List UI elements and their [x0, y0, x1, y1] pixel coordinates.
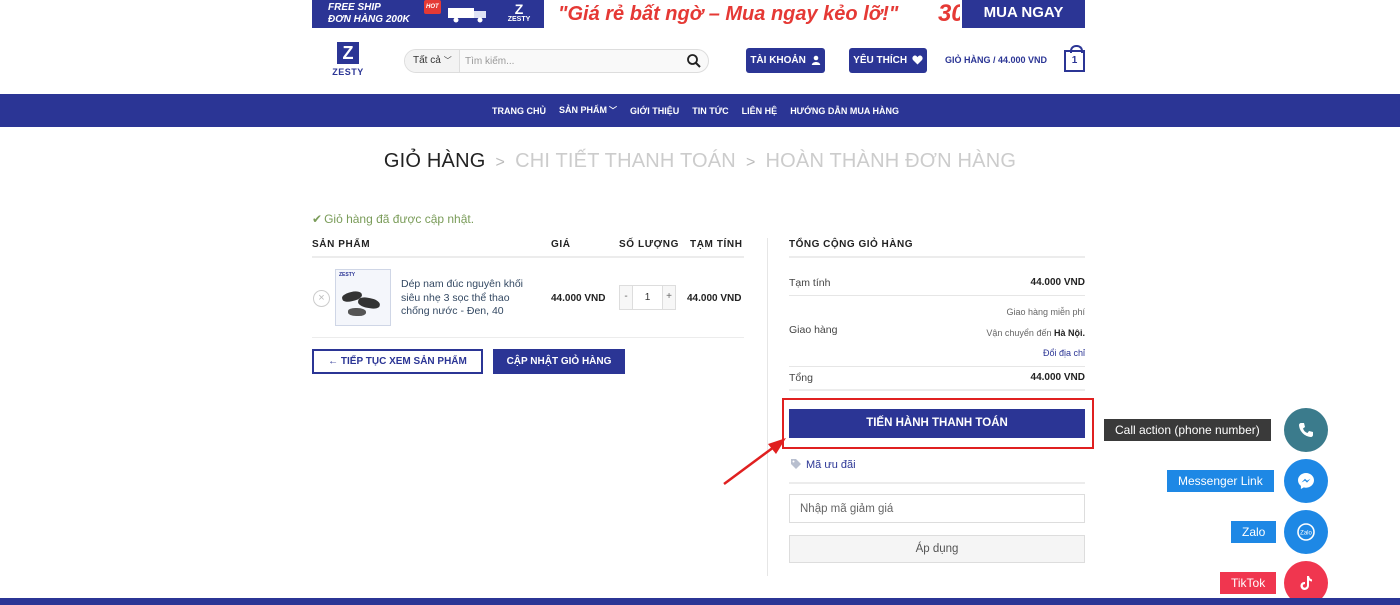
cart-totals-title: TỔNG CỘNG GIỎ HÀNG [789, 239, 913, 250]
phone-label[interactable]: Call action (phone number) [1104, 419, 1271, 441]
shipping-destination: Vận chuyển đến Hà Nội. [986, 328, 1085, 338]
coupon-divider [789, 482, 1085, 484]
quantity-decrease-button[interactable]: - [620, 286, 633, 309]
chevron-down-icon: ﹀ [443, 56, 452, 65]
column-header-product: SẢN PHẨM [312, 239, 371, 250]
main-nav: TRANG CHỦ SẢN PHẨM ﹀ GIỚI THIỆU TIN TỨC L… [0, 94, 1400, 127]
tiktok-label[interactable]: TikTok [1220, 572, 1277, 594]
nav-item-news[interactable]: TIN TỨC [692, 106, 728, 116]
logo-mark: Z [337, 42, 359, 64]
thumb-brand: ZESTY [339, 272, 356, 278]
search-icon[interactable] [686, 53, 702, 69]
cart-link[interactable]: GIỎ HÀNG / 44.000 VND [945, 48, 1047, 73]
update-cart-button[interactable]: CẬP NHẬT GIỎ HÀNG [493, 349, 625, 374]
totals-divider [789, 295, 1085, 296]
nav-item-about[interactable]: GIỚI THIỆU [630, 106, 679, 116]
logo-name: ZESTY [332, 67, 364, 77]
chevron-right-icon: > [495, 154, 506, 171]
step-checkout[interactable]: CHI TIẾT THANH TOÁN [515, 150, 736, 172]
nav-item-home[interactable]: TRANG CHỦ [492, 106, 546, 116]
shipping-free-text: Giao hàng miễn phí [1006, 307, 1085, 317]
continue-shopping-button[interactable]: ← TIẾP TỤC XEM SẢN PHẨM [312, 349, 483, 374]
total-label: Tổng [789, 372, 813, 384]
account-button[interactable]: TÀI KHOẢN [746, 48, 825, 73]
zalo-label[interactable]: Zalo [1231, 521, 1277, 543]
zalo-button[interactable]: Zalo [1284, 510, 1328, 554]
nav-item-guide[interactable]: HƯỚNG DẪN MUA HÀNG [790, 106, 899, 116]
buy-now-button[interactable]: MUA NGAY [960, 0, 1085, 28]
free-ship-line2: ĐƠN HÀNG 200K [328, 14, 410, 25]
nav-item-products[interactable]: SẢN PHẨM ﹀ [559, 105, 617, 116]
table-row-divider [312, 337, 744, 338]
zalo-icon: Zalo [1297, 523, 1315, 541]
site-logo[interactable]: Z ZESTY [330, 42, 366, 80]
chevron-down-icon: ﹀ [609, 106, 618, 115]
checkout-steps: GIỎ HÀNG > CHI TIẾT THANH TOÁN > HOÀN THÀNH … [0, 150, 1400, 173]
table-header-divider [312, 256, 744, 258]
messenger-button[interactable] [1284, 459, 1328, 503]
wishlist-button[interactable]: YÊU THÍCH [849, 48, 927, 73]
phone-call-button[interactable] [1284, 408, 1328, 452]
subtotal-value: 44.000 VND [1030, 277, 1085, 288]
totals-divider [789, 366, 1085, 367]
coupon-code-input[interactable] [789, 494, 1085, 523]
search-input[interactable] [465, 50, 675, 72]
column-header-subtotal: TẠM TÍNH [690, 239, 743, 250]
totals-divider [789, 389, 1085, 391]
proceed-to-checkout-button[interactable]: TIẾN HÀNH THANH TOÁN [789, 409, 1085, 438]
red-arrow-icon [723, 438, 786, 486]
total-value: 44.000 VND [1030, 372, 1085, 383]
promo-logo: Z ZESTY [507, 1, 531, 23]
search-bar: Tất cả ﹀ [404, 49, 709, 73]
column-header-quantity: SỐ LƯỢNG [619, 239, 679, 250]
svg-text:Zalo: Zalo [1300, 531, 1312, 537]
messenger-icon [1298, 473, 1314, 489]
apply-coupon-button[interactable]: Áp dụng [789, 535, 1085, 563]
check-icon: ✔ [312, 212, 323, 226]
step-complete: HOÀN THÀNH ĐƠN HÀNG [765, 150, 1017, 172]
tag-icon [791, 459, 801, 469]
cart-count-icon[interactable]: 1 [1064, 45, 1085, 72]
phone-icon [1299, 423, 1313, 437]
chevron-right-icon: > [745, 154, 756, 171]
totals-divider [789, 256, 1085, 258]
tiktok-icon [1300, 576, 1312, 590]
change-address-link[interactable]: Đổi địa chỉ [1043, 348, 1085, 358]
cart-updated-notice: ✔ Giỏ hàng đã được cập nhật. [312, 212, 475, 226]
remove-item-button[interactable]: × [313, 290, 330, 307]
quantity-stepper: - 1 + [619, 285, 676, 310]
truck-icon [448, 8, 486, 23]
column-header-price: GIÁ [551, 239, 571, 250]
product-price: 44.000 VND [551, 293, 606, 304]
product-subtotal: 44.000 VND [687, 293, 742, 304]
messenger-label[interactable]: Messenger Link [1167, 470, 1274, 492]
product-name-link[interactable]: Dép nam đúc nguyên khối siêu nhẹ 3 sọc t… [401, 278, 531, 319]
nav-item-contact[interactable]: LIÊN HỆ [742, 106, 778, 116]
coupon-label: Mã ưu đãi [790, 458, 856, 471]
step-cart[interactable]: GIỎ HÀNG [384, 150, 486, 172]
shoe-image [348, 308, 366, 316]
free-ship-text: FREE SHIP ĐƠN HÀNG 200K HOT [312, 0, 444, 28]
quantity-increase-button[interactable]: + [662, 286, 675, 309]
promo-slogan: "Giá rẻ bất ngờ – Mua ngay kẻo lỡ!" 30% [544, 0, 996, 28]
subtotal-label: Tạm tính [789, 277, 831, 289]
promo-banner[interactable]: FREE SHIP ĐƠN HÀNG 200K HOT Z ZESTY "Giá … [312, 0, 1085, 28]
heart-icon [912, 55, 923, 65]
search-category-select[interactable]: Tất cả ﹀ [405, 50, 460, 72]
user-icon [811, 55, 820, 65]
shipping-label: Giao hàng [789, 324, 838, 336]
hot-tag: HOT [424, 0, 441, 14]
column-divider [767, 238, 768, 576]
footer-bar [0, 598, 1400, 605]
quantity-input[interactable]: 1 [633, 286, 662, 309]
product-thumbnail[interactable]: ZESTY [335, 269, 391, 326]
